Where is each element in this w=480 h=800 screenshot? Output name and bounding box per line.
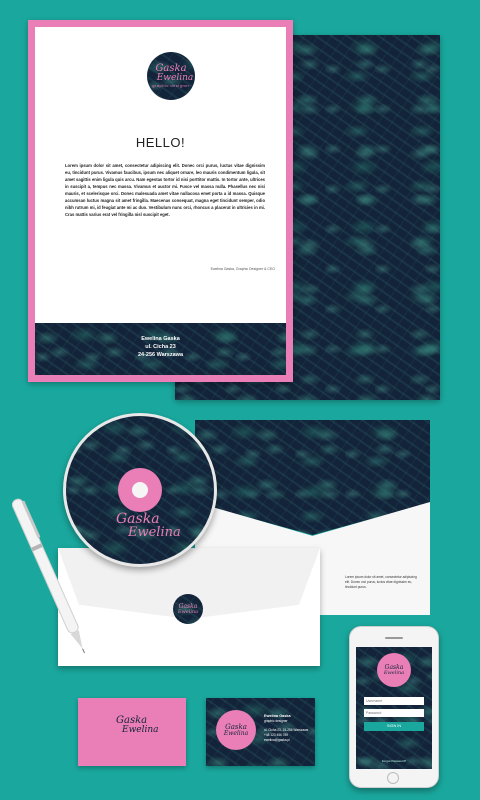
pen — [11, 490, 92, 670]
footer-street: ul. Cicha 23 — [145, 344, 176, 350]
phone-logo-seal: Gaska Ewelina — [377, 653, 411, 687]
phone-home-button[interactable] — [387, 772, 399, 784]
phone-signin-button[interactable]: SIGN IN — [364, 722, 424, 731]
business-card-front: Gaska Ewelina — [78, 698, 186, 766]
bc-line3: ewelina@gaska.pl — [264, 738, 290, 742]
phone-forgot-link[interactable]: Forgot Password? — [364, 759, 424, 763]
phone: Gaska Ewelina SIGN IN Forgot Password? — [349, 626, 439, 788]
seal-logo-line2: Ewelina — [177, 608, 199, 615]
card-logo-line2: Ewelina — [122, 725, 159, 735]
cd-label-ring — [118, 468, 162, 512]
business-card-seal: Gaska Ewelina — [216, 710, 256, 750]
phone-speaker — [385, 637, 403, 639]
phone-password-input[interactable] — [364, 709, 424, 717]
envelope-front: Gaska Ewelina — [58, 548, 320, 666]
phone-logo-line2: Ewelina — [383, 669, 405, 676]
bc-role: graphic designer — [264, 719, 288, 723]
bc-logo-line2: Ewelina — [223, 729, 249, 737]
phone-username-input[interactable] — [364, 697, 424, 705]
letterhead-body: Lorem ipsum dolor sit amet, consectetur … — [65, 163, 265, 217]
letterhead-logo-seal: Gaska Ewelina graphic designer — [147, 52, 195, 100]
cd-center-hole — [132, 482, 148, 498]
letterhead-footer-band: Ewelina Gaska ul. Cicha 23 24-256 Warsza… — [35, 323, 286, 375]
envelope-seal: Gaska Ewelina — [173, 594, 203, 624]
letterhead-page: Gaska Ewelina graphic designer HELLO! Lo… — [35, 27, 286, 375]
logo-tagline: graphic designer — [152, 83, 190, 88]
phone-screen: Gaska Ewelina SIGN IN Forgot Password? — [356, 647, 432, 769]
envelope-back-text: Lorem ipsum dolor sit amet, consectetur … — [345, 575, 417, 589]
business-card-back: Gaska Ewelina Ewelina Gaska graphic desi… — [206, 698, 315, 766]
letterhead-frame: Gaska Ewelina graphic designer HELLO! Lo… — [28, 20, 293, 382]
phone-signin-label: SIGN IN — [386, 724, 402, 728]
cd-logo-line1: Gaska — [116, 511, 160, 527]
cd-logo-line2: Ewelina — [128, 525, 181, 540]
logo-line2: Ewelina — [156, 73, 194, 83]
letterhead-heading: HELLO! — [135, 135, 186, 150]
footer-city: 24-256 Warszawa — [137, 352, 184, 358]
footer-name: Ewelina Gaska — [141, 336, 180, 342]
letterhead-signature: Ewelina Gaska, Graphic Designer & CEO — [210, 267, 275, 271]
